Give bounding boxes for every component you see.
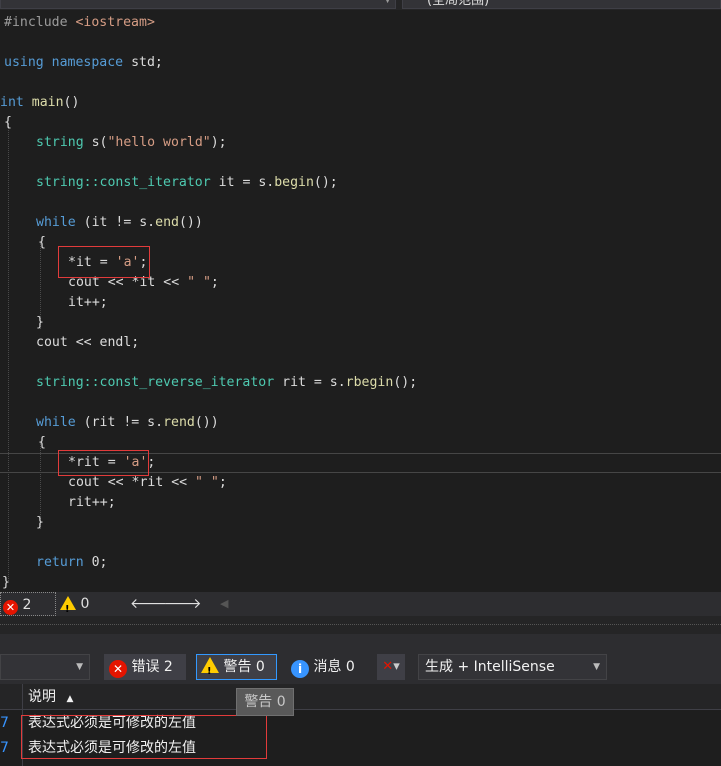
error-icon: ✕	[3, 600, 18, 615]
warning-icon: !	[201, 657, 219, 677]
messages-filter-button[interactable]: i 消息 0	[287, 654, 365, 680]
previous-issue-arrow-icon[interactable]: 🡐	[130, 592, 168, 616]
code-line-11: it++;	[68, 295, 108, 310]
errors-filter-button[interactable]: ✕ 错误 2	[104, 654, 186, 680]
global-scope-dropdown[interactable]: (全局范围)	[402, 0, 721, 9]
error-count-indicator[interactable]: ✕ 2	[0, 592, 56, 616]
code-line-2: using namespace std;	[4, 55, 163, 70]
code-line-13: cout << endl;	[36, 335, 140, 350]
build-source-dropdown[interactable]: 生成 + IntelliSense ▼	[418, 654, 607, 680]
error-list-toolbar: ▼ ✕ 错误 2 ! 警告 0 i 消息 0 ✕▾ 生成 + IntelliSe…	[0, 634, 721, 684]
separator-line	[0, 624, 721, 625]
error-rows-highlight-box	[21, 715, 267, 759]
editor-status-bar: ✕ 2 ! 0 🡐 🡒 ◀	[0, 592, 721, 616]
code-line-15: while (rit != s.rend())	[36, 415, 219, 430]
info-icon: i	[291, 660, 309, 678]
warning-icon: !	[60, 596, 76, 615]
code-editor[interactable]: #include <iostream> using namespace std;…	[0, 10, 721, 592]
error-list-header: 说明 ▲	[0, 684, 721, 710]
code-line-8: {	[38, 235, 46, 250]
solution-scope-dropdown[interactable]: ▼	[0, 654, 90, 680]
code-line-3: int main()	[0, 95, 80, 110]
sort-ascending-icon: ▲	[66, 694, 74, 704]
indent-guide	[8, 123, 9, 581]
line-number: 7	[0, 740, 9, 756]
error-highlight-box	[58, 246, 150, 278]
code-line-18: cout << *rit << " ";	[68, 475, 227, 490]
code-line-14: string::const_reverse_iterator rit = s.r…	[36, 375, 418, 390]
code-line-19: rit++;	[68, 495, 116, 510]
chevron-down-icon: ▼	[76, 662, 83, 672]
code-line-7: while (it != s.end())	[36, 215, 203, 230]
next-issue-arrow-icon[interactable]: 🡒	[164, 592, 202, 616]
code-line-12: }	[36, 315, 44, 330]
project-scope-dropdown[interactable]: ▼	[0, 0, 396, 9]
scroll-left-icon[interactable]: ◀	[220, 592, 228, 616]
code-line-20: }	[36, 515, 44, 530]
scope-bar: ▼ (全局范围)	[0, 0, 721, 10]
global-scope-label: (全局范围)	[427, 0, 490, 8]
code-line-21: return 0;	[36, 555, 108, 570]
code-line-22: }	[2, 575, 10, 590]
error-highlight-box	[58, 450, 149, 476]
code-line-6: string::const_iterator it = s.begin();	[36, 175, 338, 190]
description-column-header[interactable]: 说明 ▲	[28, 684, 73, 712]
panel-separator	[0, 616, 721, 634]
warning-count-indicator[interactable]: ! 0	[60, 592, 89, 616]
line-number: 7	[0, 715, 9, 731]
code-line-16: {	[38, 435, 46, 450]
chevron-down-icon: ▼	[593, 662, 600, 672]
code-line-1: #include <iostream>	[4, 15, 155, 30]
error-icon: ✕	[109, 660, 127, 678]
code-line-5: string s("hello world");	[36, 135, 227, 150]
filter-icon[interactable]: ✕▾	[377, 654, 405, 680]
chevron-down-icon: ▼	[384, 0, 391, 5]
code-line-4: {	[4, 115, 12, 130]
warnings-tooltip: 警告 0	[236, 688, 294, 716]
warnings-filter-button[interactable]: ! 警告 0	[196, 654, 277, 680]
